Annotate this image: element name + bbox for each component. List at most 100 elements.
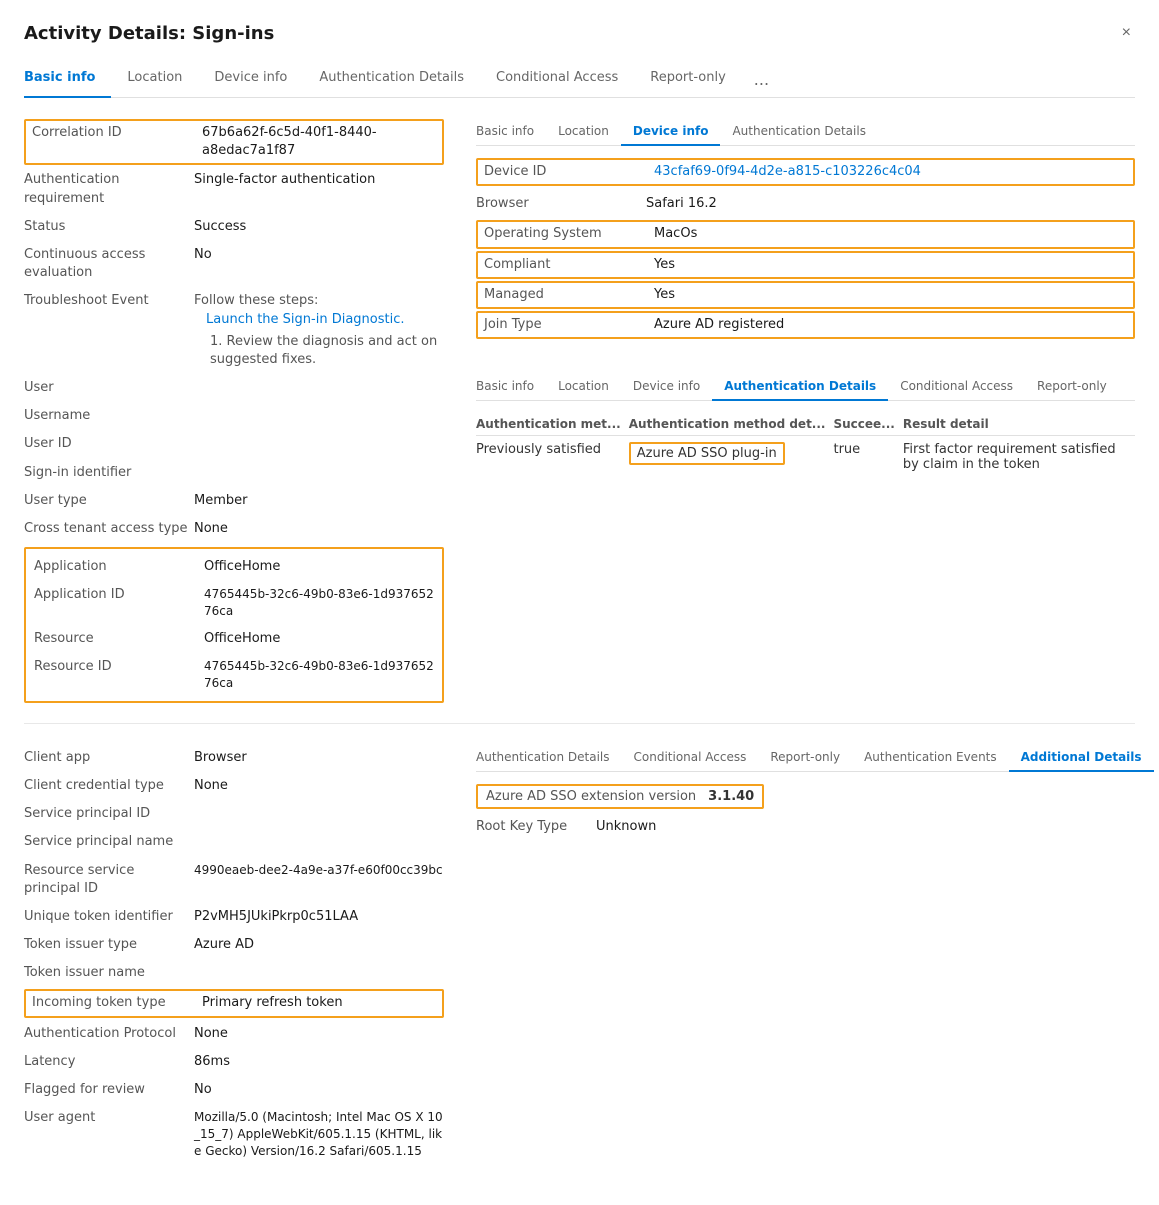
user-type-row: User type Member <box>24 487 444 515</box>
user-value <box>194 379 444 397</box>
username-label: Username <box>24 407 194 425</box>
add-tab-additional-details[interactable]: Additional Details <box>1009 744 1154 772</box>
auth-tab-report-only[interactable]: Report-only <box>1025 373 1119 401</box>
root-key-label: Root Key Type <box>476 818 596 836</box>
token-issuer-type-value: Azure AD <box>194 936 444 954</box>
root-key-value: Unknown <box>596 818 1135 836</box>
sp-id-row: Service principal ID <box>24 800 444 828</box>
dialog-header: Activity Details: Sign-ins × <box>24 20 1135 46</box>
auth-col1-header: Authentication met... <box>476 413 629 436</box>
token-id-value: P2vMH5JUkiPkrp0c51LAA <box>194 908 444 926</box>
client-app-label: Client app <box>24 749 194 767</box>
right-panel: Basic info Location Device info Authenti… <box>476 118 1135 703</box>
troubleshoot-label: Troubleshoot Event <box>24 292 194 369</box>
managed-label: Managed <box>484 286 654 304</box>
status-label: Status <box>24 218 194 236</box>
tab-conditional-access[interactable]: Conditional Access <box>480 62 634 98</box>
flagged-row: Flagged for review No <box>24 1076 444 1104</box>
add-tab-report-only[interactable]: Report-only <box>758 744 852 772</box>
incoming-token-value: Primary refresh token <box>202 994 436 1012</box>
auth-row1-col4: First factor requirement satisfied by cl… <box>903 436 1135 479</box>
device-tab-device-info[interactable]: Device info <box>621 118 721 146</box>
tab-basic-info[interactable]: Basic info <box>24 62 111 98</box>
client-cred-row: Client credential type None <box>24 772 444 800</box>
auth-tab-basic-info[interactable]: Basic info <box>476 373 546 401</box>
correlation-id-value: 67b6a62f-6c5d-40f1-8440-a8edac7a1f87 <box>202 124 436 160</box>
close-button[interactable]: × <box>1118 20 1135 46</box>
resource-sp-value: 4990eaeb-dee2-4a9e-a37f-e60f00cc39bc <box>194 862 444 898</box>
resource-sp-row: Resource service principal ID 4990eaeb-d… <box>24 857 444 903</box>
add-tab-auth-details[interactable]: Authentication Details <box>476 744 622 772</box>
auth-tab-location[interactable]: Location <box>546 373 621 401</box>
client-app-value: Browser <box>194 749 444 767</box>
auth-col4-header: Result detail <box>903 413 1135 436</box>
device-info-section: Device ID 43cfaf69-0f94-4d2e-a815-c10322… <box>476 158 1135 339</box>
latency-label: Latency <box>24 1053 194 1071</box>
incoming-token-inner: Incoming token type Primary refresh toke… <box>32 994 436 1012</box>
tab-more[interactable]: ... <box>742 62 781 97</box>
token-issuer-name-label: Token issuer name <box>24 964 194 982</box>
auth-tab-device-info[interactable]: Device info <box>621 373 712 401</box>
auth-row1-col1: Previously satisfied <box>476 436 629 479</box>
troubleshoot-link[interactable]: Launch the Sign-in Diagnostic. <box>206 312 405 327</box>
troubleshoot-prefix: Follow these steps: <box>194 292 444 310</box>
user-agent-label: User agent <box>24 1109 194 1159</box>
activity-details-dialog: Activity Details: Sign-ins × Basic info … <box>0 0 1159 1189</box>
user-type-label: User type <box>24 492 194 510</box>
left-panel: Correlation ID 67b6a62f-6c5d-40f1-8440-a… <box>24 118 444 703</box>
troubleshoot-row: Troubleshoot Event Follow these steps: L… <box>24 287 444 374</box>
tab-auth-details[interactable]: Authentication Details <box>303 62 480 98</box>
auth-details-table-container: Authentication met... Authentication met… <box>476 413 1135 478</box>
device-tab-auth-details[interactable]: Authentication Details <box>720 118 878 146</box>
browser-value: Safari 16.2 <box>646 195 1135 213</box>
tab-report-only[interactable]: Report-only <box>634 62 742 98</box>
auth-col2-header: Authentication method det... <box>629 413 834 436</box>
os-label: Operating System <box>484 225 654 243</box>
compliant-inner: Compliant Yes <box>484 256 1127 274</box>
os-row: Operating System MacOs <box>476 220 1135 248</box>
join-type-row: Join Type Azure AD registered <box>476 311 1135 339</box>
main-tab-bar: Basic info Location Device info Authenti… <box>24 62 1135 98</box>
sso-version-value: 3.1.40 <box>708 789 754 804</box>
tab-device-info[interactable]: Device info <box>198 62 303 98</box>
device-tab-basic-info[interactable]: Basic info <box>476 118 546 146</box>
managed-value: Yes <box>654 286 1127 304</box>
user-id-value <box>194 435 444 453</box>
sp-name-label: Service principal name <box>24 833 194 851</box>
latency-row: Latency 86ms <box>24 1048 444 1076</box>
auth-protocol-value: None <box>194 1025 444 1043</box>
token-issuer-name-row: Token issuer name <box>24 959 444 987</box>
cross-tenant-value: None <box>194 520 444 538</box>
auth-protocol-row: Authentication Protocol None <box>24 1020 444 1048</box>
resource-row: Resource OfficeHome <box>34 625 434 653</box>
app-id-label: Application ID <box>34 586 204 620</box>
tab-location[interactable]: Location <box>111 62 198 98</box>
cae-label: Continuous access evaluation <box>24 246 194 282</box>
top-content-area: Correlation ID 67b6a62f-6c5d-40f1-8440-a… <box>24 118 1135 703</box>
auth-details-table: Authentication met... Authentication met… <box>476 413 1135 478</box>
os-inner: Operating System MacOs <box>484 225 1127 243</box>
latency-value: 86ms <box>194 1053 444 1071</box>
device-id-row: Device ID 43cfaf69-0f94-4d2e-a815-c10322… <box>476 158 1135 186</box>
token-id-row: Unique token identifier P2vMH5JUkiPkrp0c… <box>24 903 444 931</box>
auth-tab-auth-details[interactable]: Authentication Details <box>712 373 888 401</box>
app-id-value: 4765445b-32c6-49b0-83e6-1d93765276ca <box>204 586 434 620</box>
user-id-row: User ID <box>24 430 444 458</box>
compliant-value: Yes <box>654 256 1127 274</box>
sso-plugin-tag: Azure AD SSO plug-in <box>629 442 785 465</box>
auth-tab-conditional-access[interactable]: Conditional Access <box>888 373 1025 401</box>
device-tab-location[interactable]: Location <box>546 118 621 146</box>
user-id-label: User ID <box>24 435 194 453</box>
device-id-inner: Device ID 43cfaf69-0f94-4d2e-a815-c10322… <box>484 163 1127 181</box>
auth-req-label: Authentication requirement <box>24 171 194 207</box>
client-cred-value: None <box>194 777 444 795</box>
sp-id-value <box>194 805 444 823</box>
cae-value: No <box>194 246 444 282</box>
add-tab-conditional-access[interactable]: Conditional Access <box>622 744 759 772</box>
auth-protocol-label: Authentication Protocol <box>24 1025 194 1043</box>
add-tab-auth-events[interactable]: Authentication Events <box>852 744 1009 772</box>
device-id-label: Device ID <box>484 163 654 181</box>
troubleshoot-content: Follow these steps: Launch the Sign-in D… <box>194 292 444 369</box>
auth-table-row: Previously satisfied Azure AD SSO plug-i… <box>476 436 1135 479</box>
token-issuer-name-value <box>194 964 444 982</box>
